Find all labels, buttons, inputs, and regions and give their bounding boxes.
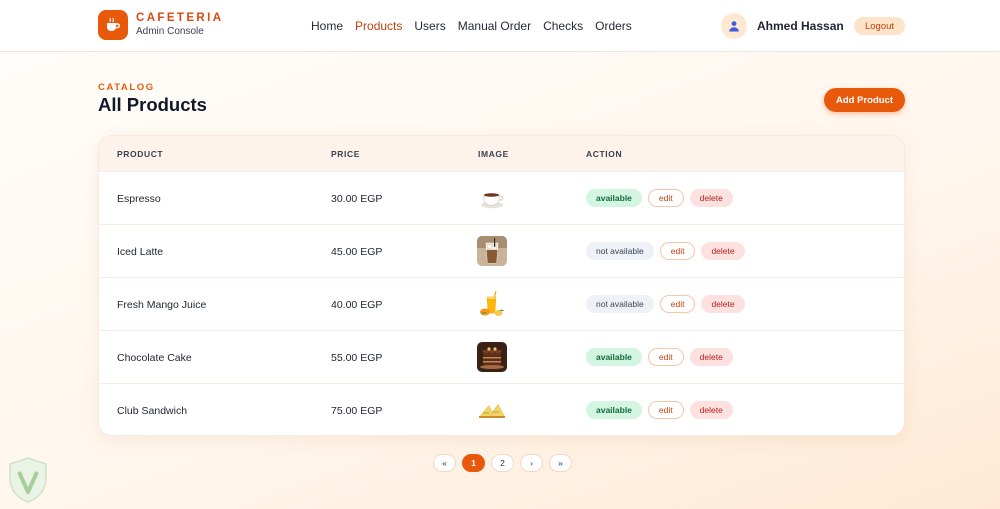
edit-button[interactable]: edit: [659, 242, 696, 260]
espresso-cup-icon: [477, 183, 507, 213]
delete-button[interactable]: delete: [701, 242, 745, 260]
status-badge[interactable]: available: [586, 401, 642, 419]
table-row: Chocolate Cake 55.00 EGP available edit …: [99, 330, 904, 383]
product-price: 40.00 EGP: [331, 299, 383, 311]
edit-button[interactable]: edit: [647, 401, 684, 419]
table-row: Club Sandwich 75.00 EGP available edit d…: [99, 383, 904, 435]
user-icon: [729, 21, 739, 32]
products-table: PRODUCT PRICE IMAGE ACTION Espresso 30.0…: [98, 135, 905, 436]
pagination: « 1 2 › »: [433, 454, 572, 472]
row-actions: available edit delete: [586, 189, 733, 207]
add-product-button[interactable]: Add Product: [824, 88, 905, 112]
top-navbar: CAFETERIA Admin Console Home Products Us…: [0, 0, 1000, 52]
column-header-price: PRICE: [331, 149, 360, 159]
next-page-button[interactable]: ›: [520, 454, 543, 472]
last-page-button[interactable]: »: [549, 454, 572, 472]
main-nav: Home Products Users Manual Order Checks …: [311, 19, 632, 33]
column-header-action: ACTION: [586, 149, 623, 159]
page-1-button[interactable]: 1: [462, 454, 485, 472]
table-row: Iced Latte 45.00 EGP not available edit …: [99, 224, 904, 277]
nav-products[interactable]: Products: [355, 19, 402, 33]
first-page-button[interactable]: «: [433, 454, 456, 472]
edit-button[interactable]: edit: [647, 348, 684, 366]
status-badge[interactable]: available: [586, 189, 642, 207]
page-eyebrow: CATALOG: [98, 82, 155, 93]
page-title: All Products: [98, 94, 207, 115]
product-name: Chocolate Cake: [117, 352, 192, 364]
row-actions: not available edit delete: [586, 295, 745, 313]
row-actions: available edit delete: [586, 401, 733, 419]
product-price: 30.00 EGP: [331, 193, 383, 205]
product-price: 75.00 EGP: [331, 405, 383, 417]
edit-button[interactable]: edit: [647, 189, 684, 207]
nav-manual-order[interactable]: Manual Order: [458, 19, 531, 33]
user-name: Ahmed Hassan: [757, 19, 844, 33]
coffee-cup-icon: [98, 10, 128, 40]
product-price: 45.00 EGP: [331, 246, 383, 258]
club-sandwich-icon: [477, 395, 507, 425]
delete-button[interactable]: delete: [689, 401, 733, 419]
mango-juice-icon: [477, 289, 507, 319]
table-row: Fresh Mango Juice 40.00 EGP not availabl…: [99, 277, 904, 330]
product-price: 55.00 EGP: [331, 352, 383, 364]
status-badge[interactable]: not available: [586, 295, 654, 313]
logout-button[interactable]: Logout: [854, 17, 905, 35]
chocolate-cake-icon: [477, 342, 507, 372]
iced-latte-icon: [477, 236, 507, 266]
delete-button[interactable]: delete: [689, 348, 733, 366]
row-actions: available edit delete: [586, 348, 733, 366]
nav-home[interactable]: Home: [311, 19, 343, 33]
status-badge[interactable]: not available: [586, 242, 654, 260]
nav-checks[interactable]: Checks: [543, 19, 583, 33]
product-name: Espresso: [117, 193, 161, 205]
status-badge[interactable]: available: [586, 348, 642, 366]
avatar[interactable]: [721, 13, 747, 39]
table-header: PRODUCT PRICE IMAGE ACTION: [99, 136, 904, 171]
delete-button[interactable]: delete: [701, 295, 745, 313]
brand-subtitle: Admin Console: [136, 26, 204, 37]
product-name: Fresh Mango Juice: [117, 299, 207, 311]
edit-button[interactable]: edit: [659, 295, 696, 313]
nav-users[interactable]: Users: [414, 19, 445, 33]
column-header-product: PRODUCT: [117, 149, 164, 159]
row-actions: not available edit delete: [586, 242, 745, 260]
user-menu[interactable]: Ahmed Hassan: [721, 13, 844, 39]
brand-name: CAFETERIA: [136, 12, 224, 24]
table-row: Espresso 30.00 EGP available edit delete: [99, 171, 904, 224]
brand[interactable]: CAFETERIA Admin Console: [98, 10, 223, 40]
delete-button[interactable]: delete: [689, 189, 733, 207]
nav-orders[interactable]: Orders: [595, 19, 632, 33]
product-name: Club Sandwich: [117, 405, 188, 417]
page-2-button[interactable]: 2: [491, 454, 514, 472]
column-header-image: IMAGE: [478, 149, 509, 159]
product-name: Iced Latte: [117, 246, 164, 258]
watermark-logo: [4, 455, 52, 505]
